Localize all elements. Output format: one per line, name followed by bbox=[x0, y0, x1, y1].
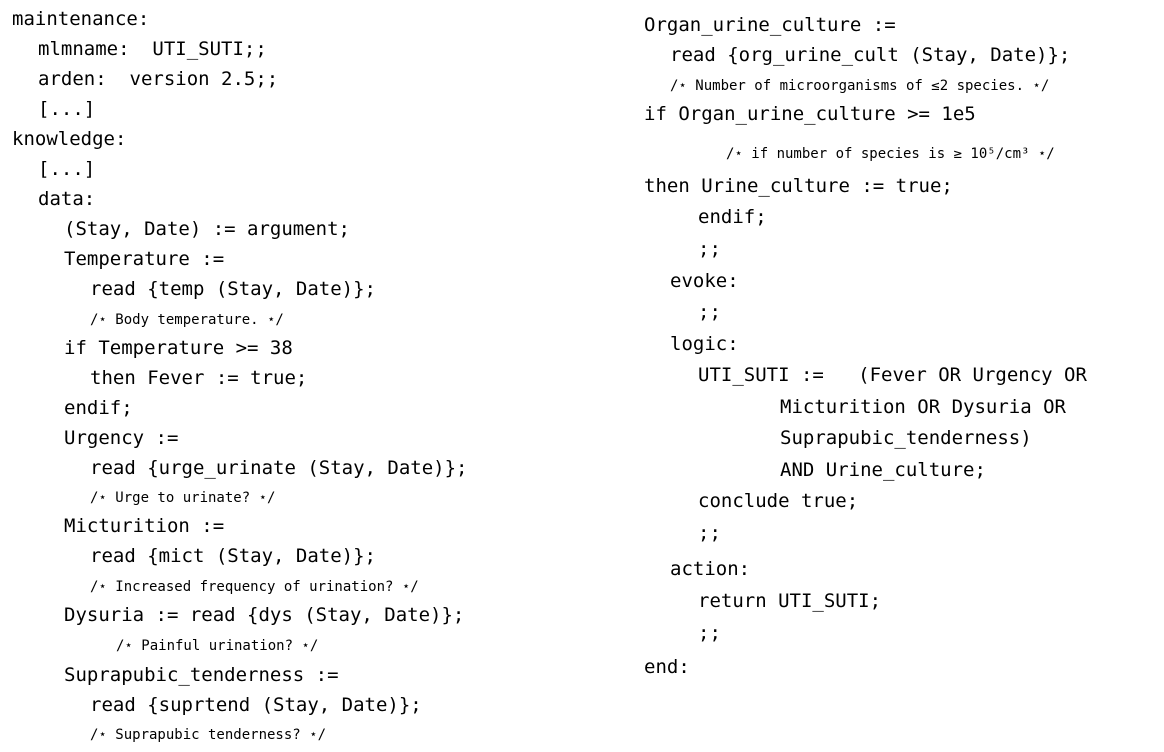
code-line: return UTI_SUTI; bbox=[698, 590, 882, 612]
code-line: arden: version 2.5;; bbox=[38, 68, 279, 90]
code-line: Micturition OR Dysuria OR bbox=[780, 396, 1066, 418]
code-line: ;; bbox=[698, 522, 721, 544]
code-line: action: bbox=[670, 558, 751, 580]
code-line: maintenance: bbox=[12, 8, 150, 30]
code-line: [...] bbox=[38, 158, 96, 180]
code-line: read {mict (Stay, Date)}; bbox=[90, 545, 376, 567]
code-line: evoke: bbox=[670, 270, 739, 292]
code-line: ;; bbox=[698, 622, 721, 644]
code-line: data: bbox=[38, 188, 96, 210]
code-line: Urgency := bbox=[64, 427, 179, 449]
code-comment: /⋆ Suprapubic tenderness? ⋆/ bbox=[90, 727, 327, 743]
code-line: endif; bbox=[64, 397, 133, 419]
code-line: Suprapubic_tenderness) bbox=[780, 427, 1032, 449]
code-line: Dysuria := read {dys (Stay, Date)}; bbox=[64, 604, 465, 626]
code-comment: /⋆ Increased frequency of urination? ⋆/ bbox=[90, 579, 419, 595]
code-line: ;; bbox=[698, 301, 721, 323]
code-comment: /⋆ Body temperature. ⋆/ bbox=[90, 312, 284, 328]
code-comment: /⋆ Number of microorganisms of ≤2 specie… bbox=[670, 78, 1050, 94]
code-line: endif; bbox=[698, 206, 767, 228]
code-comment: /⋆ Painful urination? ⋆/ bbox=[116, 638, 319, 654]
code-line: read {org_urine_cult (Stay, Date)}; bbox=[670, 44, 1071, 66]
code-line: [...] bbox=[38, 98, 96, 120]
code-line: if Temperature >= 38 bbox=[64, 337, 293, 359]
code-line: read {suprtend (Stay, Date)}; bbox=[90, 694, 422, 716]
code-line: ;; bbox=[698, 238, 721, 260]
code-line: (Stay, Date) := argument; bbox=[64, 218, 350, 240]
code-line: if Organ_urine_culture >= 1e5 bbox=[644, 103, 976, 125]
code-line: UTI_SUTI := (Fever OR Urgency OR bbox=[698, 364, 1087, 386]
code-line: AND Urine_culture; bbox=[780, 459, 986, 481]
code-comment: /⋆ if number of species is ≥ 10⁵/cm³ ⋆/ bbox=[726, 146, 1055, 162]
code-line: then Urine_culture := true; bbox=[644, 175, 953, 197]
code-line: end: bbox=[644, 656, 690, 678]
code-line: read {urge_urinate (Stay, Date)}; bbox=[90, 457, 468, 479]
code-line: knowledge: bbox=[12, 128, 127, 150]
code-line: conclude true; bbox=[698, 490, 859, 512]
code-line: Organ_urine_culture := bbox=[644, 14, 896, 36]
code-line: Temperature := bbox=[64, 248, 225, 270]
code-line: Suprapubic_tenderness := bbox=[64, 664, 339, 686]
code-line: Micturition := bbox=[64, 515, 225, 537]
code-line: logic: bbox=[670, 333, 739, 355]
code-comment: /⋆ Urge to urinate? ⋆/ bbox=[90, 490, 276, 506]
code-line: read {temp (Stay, Date)}; bbox=[90, 278, 376, 300]
code-line: then Fever := true; bbox=[90, 367, 308, 389]
code-line: mlmname: UTI_SUTI;; bbox=[38, 38, 267, 60]
